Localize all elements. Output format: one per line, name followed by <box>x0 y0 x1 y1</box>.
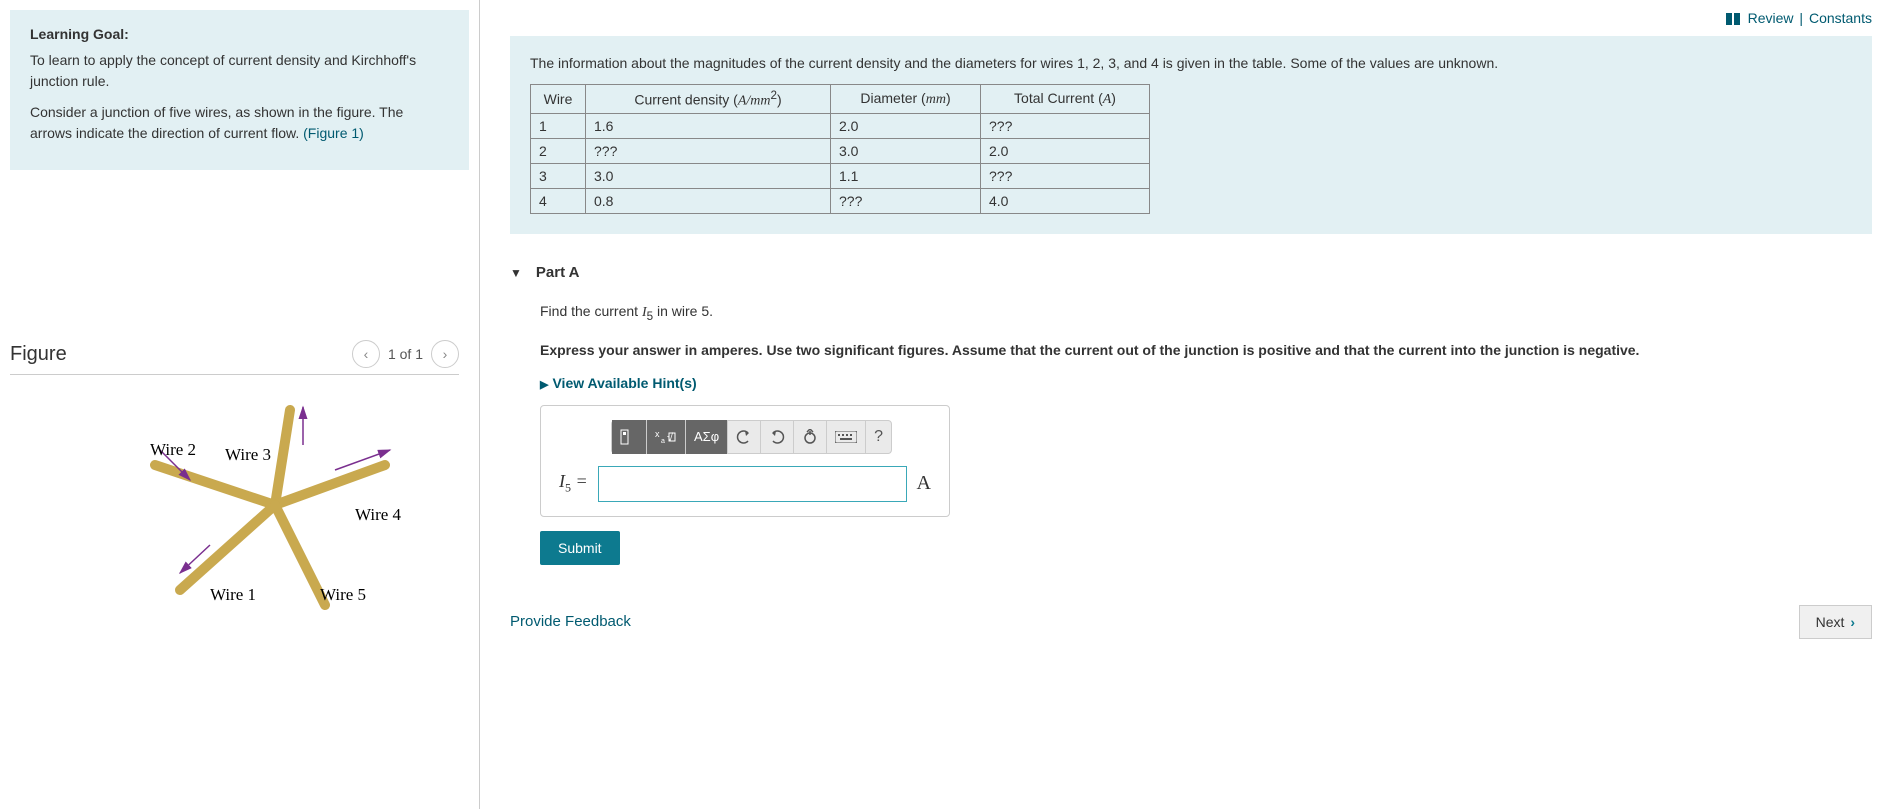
review-link[interactable]: Review <box>1748 10 1794 26</box>
figure-svg: Wire 2 Wire 3 Wire 4 Wire 1 Wire 5 <box>65 395 405 625</box>
table-row: 33.01.1??? <box>531 164 1150 189</box>
table-row: 2???3.02.0 <box>531 139 1150 164</box>
figure-title: Figure <box>10 343 67 366</box>
help-button[interactable]: ? <box>866 420 891 454</box>
goal-title: Learning Goal: <box>30 26 449 42</box>
th-cd: Current density (A/mm2) <box>586 84 831 114</box>
answer-input[interactable] <box>598 466 907 502</box>
reset-icon <box>802 429 818 445</box>
wire4-label: Wire 4 <box>355 505 402 524</box>
chevron-right-icon: › <box>1850 614 1855 630</box>
wire1-label: Wire 1 <box>210 585 256 604</box>
keyboard-button[interactable] <box>827 420 866 454</box>
wire2-label: Wire 2 <box>150 440 196 459</box>
variable-label: I5 = <box>559 471 588 496</box>
review-icon <box>1726 13 1740 25</box>
svg-text:√: √ <box>667 432 674 444</box>
svg-text:x: x <box>655 429 660 439</box>
keyboard-icon <box>835 431 857 443</box>
learning-goal-box: Learning Goal: To learn to apply the con… <box>10 10 469 170</box>
table-row: 40.8???4.0 <box>531 189 1150 214</box>
right-pane: Review | Constants The information about… <box>480 0 1902 809</box>
redo-button[interactable] <box>761 420 794 454</box>
wire3-label: Wire 3 <box>225 445 271 464</box>
answer-instructions: Express your answer in amperes. Use two … <box>540 340 1872 361</box>
provide-feedback-link[interactable]: Provide Feedback <box>510 613 631 630</box>
figure-next-button[interactable]: › <box>431 340 459 368</box>
th-wire: Wire <box>531 84 586 114</box>
part-a-label: Part A <box>536 264 580 281</box>
fraction-button[interactable]: xa√ <box>647 420 686 454</box>
hints-toggle[interactable]: ▶View Available Hint(s) <box>540 375 697 391</box>
constants-link[interactable]: Constants <box>1809 10 1872 26</box>
data-table: Wire Current density (A/mm2) Diameter (m… <box>530 84 1150 215</box>
th-tc: Total Current (A) <box>981 84 1150 114</box>
submit-button[interactable]: Submit <box>540 531 620 565</box>
part-a-header[interactable]: ▼ Part A <box>510 264 1872 281</box>
redo-icon <box>769 430 785 444</box>
figure-counter: 1 of 1 <box>388 346 423 362</box>
greek-button[interactable]: ΑΣφ <box>686 420 728 454</box>
figure-link[interactable]: (Figure 1) <box>303 125 364 141</box>
expand-caret-icon: ▶ <box>540 379 548 391</box>
question-text: Find the current I5 in wire 5. <box>540 301 1872 325</box>
next-button[interactable]: Next › <box>1799 605 1872 639</box>
figure-nav: ‹ 1 of 1 › <box>352 340 459 368</box>
answer-box: xa√ ΑΣφ ? I5 = A <box>540 405 950 517</box>
table-row: 11.62.0??? <box>531 114 1150 139</box>
reset-button[interactable] <box>794 420 827 454</box>
wire5-label: Wire 5 <box>320 585 366 604</box>
unit-label: A <box>917 472 931 495</box>
figure-prev-button[interactable]: ‹ <box>352 340 380 368</box>
templates-button[interactable] <box>612 420 647 454</box>
info-text: The information about the magnitudes of … <box>530 54 1852 74</box>
top-links: Review | Constants <box>510 10 1872 26</box>
undo-button[interactable] <box>728 420 761 454</box>
equation-toolbar: xa√ ΑΣφ ? <box>611 420 892 454</box>
goal-p1: To learn to apply the concept of current… <box>30 50 449 92</box>
info-box: The information about the magnitudes of … <box>510 36 1872 234</box>
goal-p2: Consider a junction of five wires, as sh… <box>30 102 449 144</box>
figure-panel: Figure ‹ 1 of 1 › <box>10 340 479 625</box>
svg-text:a: a <box>661 438 665 445</box>
left-pane: Learning Goal: To learn to apply the con… <box>0 0 480 809</box>
collapse-caret-icon: ▼ <box>510 266 522 280</box>
th-diam: Diameter (mm) <box>831 84 981 114</box>
undo-icon <box>736 430 752 444</box>
